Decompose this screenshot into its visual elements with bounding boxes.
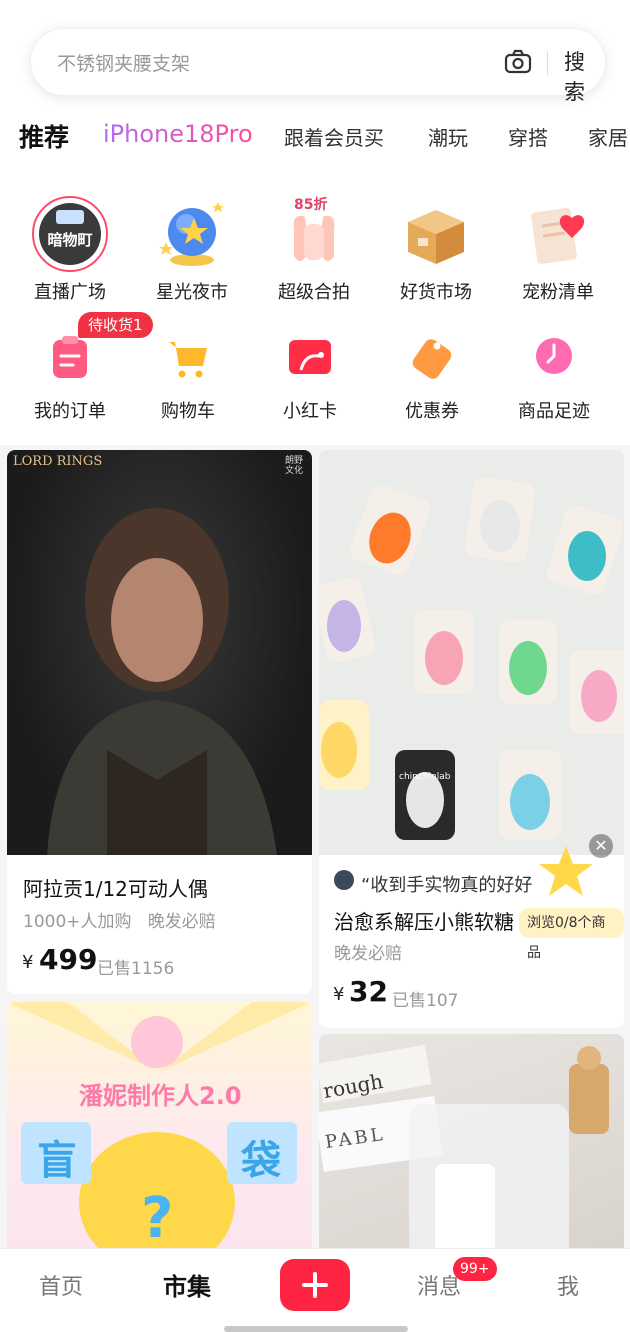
product-card[interactable]: LORD RINGS 朗野文化 阿拉贡1/12可动人偶 1000+人加购 晚发必… bbox=[7, 450, 312, 994]
top-section: 不锈钢夹腰支架 搜索 推荐 iPhone18Pro 跟着会员买 潮玩 穿搭 家居… bbox=[0, 0, 630, 445]
grid-item-starlight-market[interactable]: 星光夜市 bbox=[132, 196, 252, 304]
browse-progress-tip[interactable]: 浏览0/8个商品 bbox=[519, 908, 624, 961]
sold-count: 已售1156 bbox=[97, 959, 175, 979]
grid-label: 小红卡 bbox=[283, 401, 337, 422]
star-globe-icon bbox=[154, 196, 230, 272]
discount-tag: 85折 bbox=[294, 197, 328, 213]
search-input[interactable]: 不锈钢夹腰支架 bbox=[57, 49, 190, 76]
grid-item-footprint[interactable]: 商品足迹 bbox=[494, 332, 614, 423]
product-image: 潘妮制作人2.0 盲 袋 ? bbox=[7, 1002, 312, 1262]
home-indicator bbox=[224, 1326, 408, 1332]
grid-label: 宠粉清单 bbox=[522, 282, 594, 303]
price-currency: ¥ bbox=[333, 984, 345, 1005]
product-image: rough PABL bbox=[319, 1034, 624, 1262]
grid-item-cart[interactable]: 购物车 bbox=[128, 332, 248, 423]
product-image: chinchinlab bbox=[319, 450, 624, 855]
live-shop-logo-icon: 暗物町 bbox=[32, 196, 108, 272]
product-title: 治愈系解压小熊软糖 bbox=[334, 910, 514, 934]
product-subtitle: 晚发必赔 bbox=[334, 944, 402, 964]
promo-blind-right: 袋 bbox=[241, 1138, 281, 1184]
grid-item-live-square[interactable]: 暗物町 直播广场 bbox=[10, 196, 130, 304]
nav-me[interactable]: 我 bbox=[557, 1269, 579, 1301]
price-currency: ¥ bbox=[22, 952, 34, 973]
order-clipboard-icon bbox=[45, 332, 95, 382]
publish-button[interactable] bbox=[280, 1259, 350, 1311]
nav-home[interactable]: 首页 bbox=[39, 1269, 83, 1301]
shopping-cart-icon bbox=[163, 332, 213, 382]
star-icon bbox=[539, 846, 593, 896]
grid-item-coupons[interactable]: 优惠券 bbox=[372, 332, 492, 423]
product-card[interactable]: 潘妮制作人2.0 盲 袋 ? bbox=[7, 1002, 312, 1262]
bottom-nav: 首页 市集 消息 99+ 我 bbox=[0, 1248, 630, 1332]
plus-icon bbox=[302, 1272, 328, 1298]
avatar bbox=[334, 870, 354, 890]
grid-item-fan-list[interactable]: 宠粉清单 bbox=[498, 196, 618, 304]
promo-title: 潘妮制作人2.0 bbox=[79, 1082, 242, 1110]
clapping-hands-icon: 85折 bbox=[276, 196, 352, 272]
grid-label: 我的订单 bbox=[34, 401, 106, 422]
mystery-question-mark: ? bbox=[141, 1186, 174, 1251]
product-price: 32 bbox=[349, 975, 388, 1008]
product-price: 499 bbox=[39, 943, 98, 976]
search-button[interactable]: 搜索 bbox=[564, 46, 605, 106]
camera-icon[interactable] bbox=[503, 48, 533, 78]
tab-trendy-toys[interactable]: 潮玩 bbox=[428, 122, 468, 151]
grid-item-red-card[interactable]: 小红卡 bbox=[250, 332, 370, 423]
message-count-badge: 99+ bbox=[453, 1257, 497, 1281]
sold-count: 已售107 bbox=[392, 991, 459, 1011]
search-divider bbox=[547, 51, 548, 75]
category-tabs: 推荐 iPhone18Pro 跟着会员买 潮玩 穿搭 家居 bbox=[0, 114, 630, 158]
grid-label: 星光夜市 bbox=[156, 282, 228, 303]
grid-label: 超级合拍 bbox=[278, 282, 350, 303]
grid-item-my-orders[interactable]: 我的订单 bbox=[10, 332, 130, 423]
product-subtitle: 1000+人加购 晚发必赔 bbox=[23, 912, 216, 932]
grid-label: 好货市场 bbox=[400, 282, 472, 303]
package-box-icon bbox=[398, 196, 474, 272]
product-image: LORD RINGS 朗野文化 bbox=[7, 450, 312, 855]
grid-item-super-group[interactable]: 85折 超级合拍 bbox=[254, 196, 374, 304]
tab-outfit[interactable]: 穿搭 bbox=[508, 122, 548, 151]
grid-label: 商品足迹 bbox=[518, 401, 590, 422]
tab-member-buy[interactable]: 跟着会员买 bbox=[284, 122, 384, 151]
search-bar[interactable]: 不锈钢夹腰支架 搜索 bbox=[30, 28, 606, 104]
red-card-icon bbox=[285, 332, 335, 382]
promo-blind-left: 盲 bbox=[37, 1138, 77, 1184]
movie-brand-text: LORD RINGS bbox=[13, 454, 103, 469]
clock-icon bbox=[529, 332, 579, 382]
tab-recommend[interactable]: 推荐 bbox=[19, 118, 69, 154]
grid-label: 优惠券 bbox=[405, 401, 459, 422]
toy-brand-text: chinchinlab bbox=[399, 772, 451, 782]
live-logo-text: 暗物町 bbox=[47, 231, 93, 249]
grid-label: 购物车 bbox=[161, 401, 215, 422]
coupon-heart-icon bbox=[520, 196, 596, 272]
nav-market[interactable]: 市集 bbox=[163, 1267, 211, 1302]
grid-label: 直播广场 bbox=[34, 282, 106, 303]
coupon-tag-icon bbox=[407, 332, 457, 382]
product-card[interactable]: rough PABL bbox=[319, 1034, 624, 1262]
tab-home[interactable]: 家居 bbox=[588, 122, 628, 151]
tab-iphone18pro[interactable]: iPhone18Pro bbox=[103, 120, 253, 148]
product-card[interactable]: chinchinlab ✕ “收到手实物真的好好 治愈系解压小熊软糖 浏览0/8… bbox=[319, 450, 624, 1028]
grid-item-goods-market[interactable]: 好货市场 bbox=[376, 196, 496, 304]
product-title: 阿拉贡1/12可动人偶 bbox=[23, 877, 208, 901]
review-snippet: “收到手实物真的好好 bbox=[361, 875, 533, 896]
brand-tag-text: 朗野文化 bbox=[285, 456, 304, 476]
